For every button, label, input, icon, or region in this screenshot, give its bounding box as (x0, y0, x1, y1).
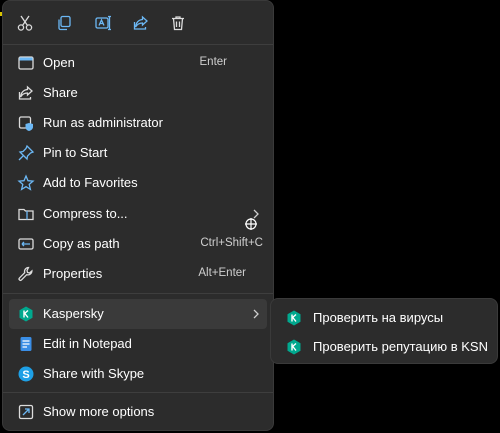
properties-shortcut: Alt+Enter (198, 267, 246, 279)
wrench-icon (17, 265, 35, 283)
notepad-icon (17, 335, 35, 353)
share-with-skype-menu-item[interactable]: S Share with Skype (9, 359, 267, 389)
kaspersky-menu-item[interactable]: Kaspersky (9, 299, 267, 329)
copy-icon (58, 15, 71, 31)
open-menu-item[interactable]: Open Enter (9, 48, 267, 78)
rename-icon (95, 15, 111, 31)
share-icon (133, 15, 148, 30)
separator (3, 293, 273, 294)
kaspersky-icon (285, 309, 303, 327)
properties-menu-item[interactable]: Properties Alt+Enter (9, 259, 267, 289)
scan-for-viruses-menu-item[interactable]: Проверить на вирусы (277, 304, 491, 332)
path-icon (17, 235, 35, 253)
properties-label: Properties (43, 266, 103, 281)
kaspersky-icon (285, 338, 303, 356)
show-more-options-menu-item[interactable]: Show more options (9, 397, 267, 427)
edit-in-notepad-label: Edit in Notepad (43, 336, 132, 351)
rename-button[interactable] (89, 9, 117, 37)
zip-folder-icon (17, 205, 35, 223)
copy-as-path-label: Copy as path (43, 236, 120, 251)
open-shortcut: Enter (199, 56, 228, 68)
edit-in-notepad-menu-item[interactable]: Edit in Notepad (9, 329, 267, 359)
cut-icon (17, 15, 33, 31)
skype-icon: S (17, 365, 35, 383)
open-icon (17, 54, 35, 72)
chevron-right-icon (253, 309, 259, 319)
check-reputation-label: Проверить репутацию в KSN (313, 339, 488, 354)
share-with-skype-label: Share with Skype (43, 366, 145, 381)
share-toolbar-button[interactable] (127, 9, 155, 37)
scan-for-viruses-label: Проверить на вирусы (313, 310, 444, 325)
delete-button[interactable] (164, 9, 192, 37)
svg-text:S: S (22, 369, 29, 381)
open-label: Open (43, 55, 75, 70)
copy-as-path-menu-item[interactable]: Copy as path Ctrl+Shift+C (9, 229, 267, 259)
add-to-favorites-label: Add to Favorites (43, 175, 138, 190)
kaspersky-icon (17, 305, 35, 323)
context-menu: Open Enter Share Run as administrator Pi… (2, 0, 274, 431)
add-to-favorites-menu-item[interactable]: Add to Favorites (9, 168, 267, 198)
share-menu-item[interactable]: Share (9, 78, 267, 108)
compress-to-label: Compress to... (43, 206, 128, 221)
run-as-admin-label: Run as administrator (43, 115, 163, 130)
pin-to-start-label: Pin to Start (43, 145, 108, 160)
share-label: Share (43, 85, 78, 100)
share-icon (17, 84, 35, 102)
cut-button[interactable] (11, 9, 39, 37)
check-reputation-menu-item[interactable]: Проверить репутацию в KSN (277, 333, 491, 361)
separator (3, 392, 273, 393)
separator (3, 44, 273, 45)
star-icon (17, 174, 35, 192)
more-options-icon (17, 403, 35, 421)
kaspersky-label: Kaspersky (43, 306, 104, 321)
show-more-options-label: Show more options (43, 404, 155, 419)
delete-icon (172, 16, 184, 31)
compress-to-menu-item[interactable]: Compress to... (9, 199, 267, 229)
copy-as-path-shortcut: Ctrl+Shift+C (200, 237, 263, 249)
pin-icon (17, 144, 35, 162)
kaspersky-submenu: Проверить на вирусы Проверить репутацию … (270, 298, 498, 364)
context-toolbar (3, 1, 273, 43)
move-cursor-icon (245, 218, 257, 230)
admin-shield-icon (17, 114, 35, 132)
run-as-admin-menu-item[interactable]: Run as administrator (9, 108, 267, 138)
copy-button[interactable] (50, 9, 78, 37)
pin-to-start-menu-item[interactable]: Pin to Start (9, 138, 267, 168)
